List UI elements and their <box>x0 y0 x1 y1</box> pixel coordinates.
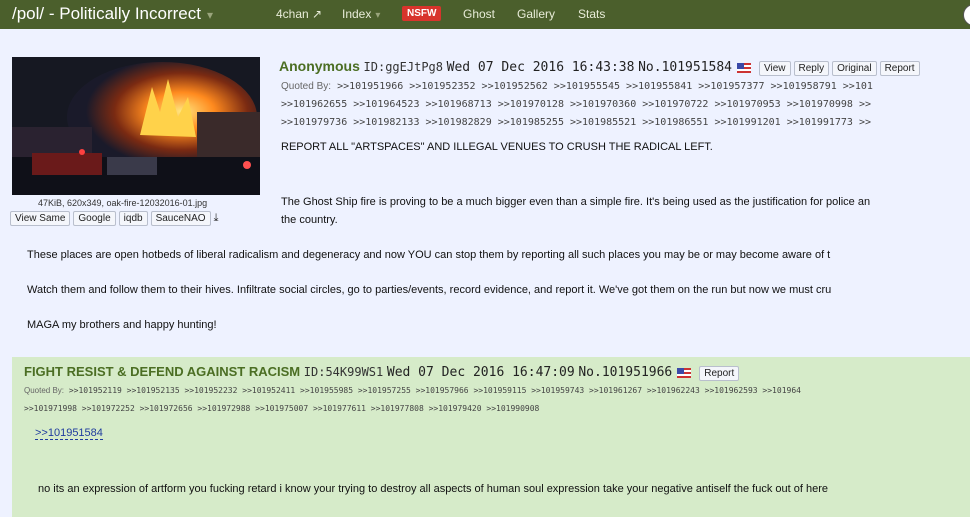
quoted-by-line-2[interactable]: >>101971998 >>101972252 >>101972656 >>10… <box>24 404 539 413</box>
post-body-line: The Ghost Ship fire is proving to be a m… <box>281 196 871 208</box>
us-flag-icon <box>677 367 692 378</box>
post-body-line: MAGA my brothers and happy hunting! <box>27 319 217 331</box>
post-body-line: Watch them and follow them to their hive… <box>27 284 832 296</box>
quote-link[interactable]: >>101951584 <box>35 427 103 440</box>
op-post-header: Anonymous ID:ggEJtPg8 Wed 07 Dec 2016 16… <box>279 58 920 76</box>
us-flag-icon <box>737 62 752 73</box>
reply-body-text: no its an expression of artform you fuck… <box>38 483 828 495</box>
post-number[interactable]: No.101951966 <box>578 365 672 380</box>
file-info[interactable]: 47KiB, 620x349, oak-fire-12032016-01.jpg <box>38 198 207 208</box>
report-button[interactable]: Report <box>879 61 920 76</box>
post-subject-text: REPORT ALL "ARTSPACES" AND ILLEGAL VENUE… <box>281 141 713 153</box>
view-same-button[interactable]: View Same <box>10 211 71 226</box>
poster-id[interactable]: ID:ggEJtPg8 <box>364 60 443 74</box>
quoted-by-line-1[interactable]: Quoted By: >>101952119 >>101952135 >>101… <box>24 386 801 395</box>
chevron-down-icon: ▾ <box>375 10 381 21</box>
view-button[interactable]: View <box>759 61 791 76</box>
poster-name: Anonymous <box>279 58 360 74</box>
avatar-icon[interactable] <box>963 4 970 26</box>
post-body-line: the country. <box>281 214 338 226</box>
nav-stats[interactable]: Stats <box>578 7 605 21</box>
post-datetime: Wed 07 Dec 2016 16:47:09 <box>386 365 575 380</box>
nsfw-badge[interactable]: NSFW <box>402 6 442 21</box>
report-button[interactable]: Report <box>699 366 740 381</box>
fire-image <box>12 57 260 195</box>
quoted-by-line-3[interactable]: >>101979736 >>101982133 >>101982829 >>10… <box>281 117 871 128</box>
google-button[interactable]: Google <box>73 211 116 226</box>
top-navigation-bar: /pol/ - Politically Incorrect ▾ 4chan ↗ I… <box>0 0 970 29</box>
poster-name: FIGHT RESIST & DEFEND AGAINST RACISM <box>24 364 301 379</box>
nav-ghost[interactable]: Ghost <box>463 7 495 21</box>
reply-post-header: FIGHT RESIST & DEFEND AGAINST RACISM ID:… <box>24 364 740 381</box>
file-search-buttons: View Same Google iqdb SauceNAO ⤓ <box>10 211 218 226</box>
chevron-down-icon[interactable]: ▾ <box>207 8 213 22</box>
post-datetime: Wed 07 Dec 2016 16:43:38 <box>446 60 635 75</box>
download-icon[interactable]: ⤓ <box>214 212 219 225</box>
quoted-by-line-1[interactable]: Quoted By: >>101951966 >>101952352 >>101… <box>281 81 873 92</box>
poster-id[interactable]: ID:54K99WS1 <box>304 365 383 379</box>
iqdb-button[interactable]: iqdb <box>118 211 148 226</box>
nav-index[interactable]: Index ▾ <box>342 7 380 21</box>
quoted-by-line-2[interactable]: >>101962655 >>101964523 >>101968713 >>10… <box>281 99 871 110</box>
external-link-icon: ↗ <box>312 7 323 21</box>
nav-4chan[interactable]: 4chan ↗ <box>276 7 322 21</box>
reply-button[interactable]: Reply <box>793 61 830 76</box>
original-button[interactable]: Original <box>832 61 877 76</box>
board-title[interactable]: /pol/ - Politically Incorrect ▾ <box>12 4 213 24</box>
post-number[interactable]: No.101951584 <box>638 60 732 75</box>
post-thumbnail-image[interactable] <box>12 57 260 195</box>
post-body-line: These places are open hotbeds of liberal… <box>27 249 831 261</box>
nav-gallery[interactable]: Gallery <box>517 7 555 21</box>
saucenao-button[interactable]: SauceNAO <box>150 211 211 226</box>
